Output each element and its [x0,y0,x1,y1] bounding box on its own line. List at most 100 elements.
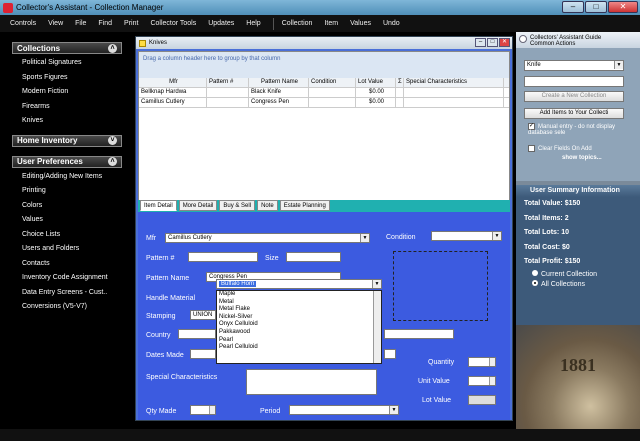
collapse-icon[interactable] [519,35,527,43]
sidebar-item-users-folders[interactable]: Users and Folders [0,242,132,257]
menu-values[interactable]: Values [350,20,371,27]
menu-find[interactable]: Find [98,20,112,27]
expand-icon[interactable]: ˅ [108,136,117,145]
period-select[interactable]: ▼ [289,405,399,415]
column-condition[interactable]: Condition [309,78,356,87]
maximize-icon[interactable]: □ [585,1,607,13]
chevron-down-icon[interactable]: ▼ [492,232,501,240]
tab-buy-sell[interactable]: Buy & Sell [219,200,256,211]
create-collection-button[interactable]: Create a New Collection [524,91,624,102]
menu-file[interactable]: File [75,20,86,27]
table-row[interactable]: Bellknap Hardwa Black Knife $0.00 [139,88,509,98]
list-item[interactable]: Nickel-Silver [217,314,381,322]
sidebar-item-printing[interactable]: Printing [0,184,132,199]
menu-updates[interactable]: Updates [208,20,234,27]
sidebar-item-modern-fiction[interactable]: Modern Fiction [0,85,132,100]
chevron-down-icon[interactable]: ▼ [389,406,398,414]
handle-material-select[interactable]: Buffalo Horn ▼ [216,279,382,289]
table-row[interactable]: Camillus Cutlery Congress Pen $0.00 [139,98,509,108]
collapse-icon[interactable]: ˄ [108,43,117,53]
sidebar-item-firearms[interactable]: Firearms [0,100,132,115]
list-item[interactable]: Maple [217,291,381,299]
list-item[interactable]: Pakkawood [217,329,381,337]
all-collections-radio[interactable]: All Collections [516,279,640,290]
list-item[interactable]: Pearl Celluloid [217,344,381,352]
spinner-icon[interactable] [209,406,215,414]
column-special[interactable]: Special Characteristics [404,78,504,87]
list-item[interactable]: Metal Flake [217,306,381,314]
column-lot-value[interactable]: Lot Value [356,78,396,87]
common-actions-header[interactable]: Collectors' Assistant Guide Common Actio… [516,32,640,48]
radio-icon[interactable] [532,269,538,276]
column-sum[interactable]: Σ [396,78,404,87]
menu-view[interactable]: View [48,20,63,27]
column-pattern-no[interactable]: Pattern # [207,78,249,87]
chevron-down-icon[interactable]: ▼ [360,234,369,242]
collapse-icon[interactable]: ˄ [108,157,117,166]
sidebar-item-contacts[interactable]: Contacts [0,257,132,272]
checkbox-icon[interactable] [528,145,535,152]
checkbox-checked-icon[interactable]: ✓ [528,123,535,130]
qty-made-stepper[interactable] [190,405,216,415]
sidebar-item-knives[interactable]: Knives [0,114,132,129]
extra-input[interactable] [384,329,454,339]
image-placeholder[interactable] [393,251,488,321]
column-mfr[interactable]: Mfr [139,78,207,87]
column-pattern-name[interactable]: Pattern Name [249,78,309,87]
menu-help[interactable]: Help [246,20,260,27]
list-item[interactable]: Pearl [217,337,381,345]
spinner-icon[interactable] [489,358,495,366]
collections-header[interactable]: Collections ˄ [12,42,122,54]
quantity-stepper[interactable] [468,357,496,367]
sidebar-item-data-entry-screens[interactable]: Data Entry Screens - Cust.. [0,286,132,301]
menu-controls[interactable]: Controls [10,20,36,27]
special-characteristics-textarea[interactable] [246,369,377,395]
sidebar-item-values[interactable]: Values [0,213,132,228]
group-by-area[interactable]: Drag a column header here to group by th… [139,52,509,78]
sidebar-item-choice-lists[interactable]: Choice Lists [0,228,132,243]
sidebar-item-sports-figures[interactable]: Sports Figures [0,71,132,86]
add-items-button[interactable]: Add Items to Your Collecti [524,108,624,119]
tab-estate-planning[interactable]: Estate Planning [279,200,330,211]
unit-value-input[interactable] [468,376,496,386]
home-inventory-header[interactable]: Home Inventory ˅ [12,134,122,147]
maximize-icon[interactable]: □ [487,38,498,47]
list-item[interactable]: Onyx Celluloid [217,321,381,329]
minimize-icon[interactable]: – [562,1,584,13]
list-item[interactable]: Metal [217,299,381,307]
dates-made-to-input[interactable] [384,349,396,359]
menu-collection[interactable]: Collection [282,20,313,27]
radio-selected-icon[interactable] [532,279,538,286]
mfr-select[interactable]: Camillus Cutlery ▼ [165,233,370,243]
clear-fields-checkbox[interactable]: Clear Fields On Add [528,145,592,152]
spinner-icon[interactable] [489,377,495,385]
current-collection-radio[interactable]: Current Collection [516,269,640,280]
sidebar-item-editing[interactable]: Editing/Adding New Items [0,170,132,185]
new-collection-name-input[interactable] [524,76,624,87]
dropdown-scrollbar[interactable] [373,291,381,363]
close-icon[interactable]: ✕ [608,1,638,13]
sidebar-item-conversions[interactable]: Conversions (V5-V7) [0,300,132,315]
menu-print[interactable]: Print [124,20,138,27]
pattern-no-input[interactable] [188,252,258,262]
stamping-input[interactable]: UNION [190,310,216,320]
sidebar-item-colors[interactable]: Colors [0,199,132,214]
menu-collector-tools[interactable]: Collector Tools [150,20,196,27]
minimize-icon[interactable]: – [475,38,486,47]
menu-undo[interactable]: Undo [383,20,400,27]
sidebar-item-political-signatures[interactable]: Political Signatures [0,56,132,71]
manual-entry-checkbox[interactable]: ✓ Manual entry - do not display database … [528,123,634,136]
close-icon[interactable]: ✕ [499,38,510,47]
country-input[interactable] [178,329,216,339]
user-preferences-header[interactable]: User Preferences ˄ [12,155,122,168]
chevron-down-icon[interactable]: ▼ [372,280,381,288]
collection-type-select[interactable]: Knife ▼ [524,60,624,71]
menu-item[interactable]: Item [324,20,338,27]
show-topics-link[interactable]: show topics... [562,155,602,161]
tab-item-detail[interactable]: Item Detail [140,200,177,211]
sidebar-item-inventory-code[interactable]: Inventory Code Assignment [0,271,132,286]
size-input[interactable] [286,252,341,262]
tab-more-detail[interactable]: More Detail [178,200,218,211]
dates-made-input[interactable] [190,349,216,359]
chevron-down-icon[interactable]: ▼ [614,61,623,69]
